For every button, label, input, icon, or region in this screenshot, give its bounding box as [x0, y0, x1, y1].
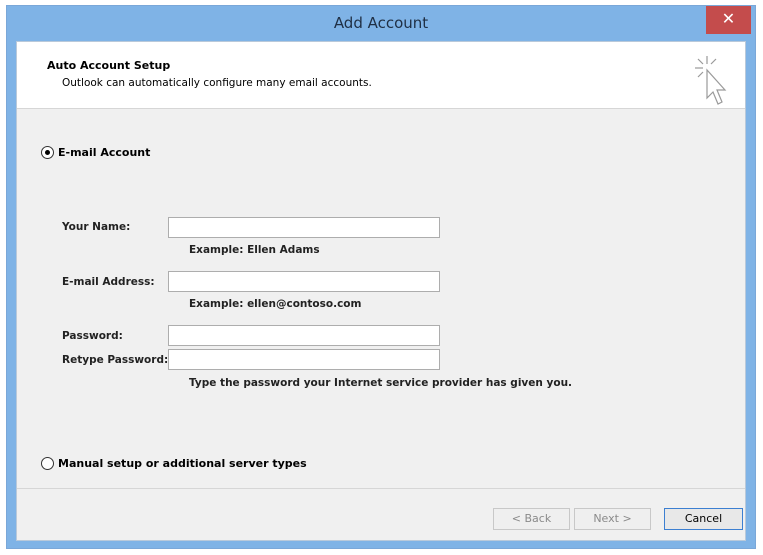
next-button[interactable]: Next >: [574, 508, 651, 530]
email-address-input[interactable]: [168, 271, 440, 292]
header-panel: Auto Account Setup Outlook can automatic…: [17, 42, 745, 109]
email-address-label: E-mail Address:: [62, 276, 155, 288]
your-name-input[interactable]: [168, 217, 440, 238]
password-input[interactable]: [168, 325, 440, 346]
your-name-label: Your Name:: [62, 221, 131, 233]
retype-password-label: Retype Password:: [62, 354, 169, 366]
email-account-radio[interactable]: [41, 146, 54, 159]
retype-password-input[interactable]: [168, 349, 440, 370]
header-description: Outlook can automatically configure many…: [62, 77, 372, 89]
password-label: Password:: [62, 330, 123, 342]
password-hint: Type the password your Internet service …: [189, 377, 573, 389]
close-button[interactable]: ✕: [706, 6, 751, 34]
footer-divider: [17, 488, 745, 489]
manual-setup-radio[interactable]: [41, 457, 54, 470]
title-bar[interactable]: Add Account ✕: [7, 6, 755, 41]
manual-setup-label[interactable]: Manual setup or additional server types: [58, 457, 307, 470]
header-title: Auto Account Setup: [47, 59, 171, 72]
dialog-title: Add Account: [333, 14, 429, 32]
back-button[interactable]: < Back: [493, 508, 570, 530]
cursor-sparkle-icon: [695, 56, 727, 105]
email-account-label[interactable]: E-mail Account: [58, 146, 150, 159]
close-icon: ✕: [721, 9, 736, 28]
your-name-example: Example: Ellen Adams: [189, 244, 320, 256]
add-account-dialog: Add Account ✕ Auto Account Setup Outlook…: [6, 5, 756, 549]
cancel-button[interactable]: Cancel: [664, 508, 743, 530]
email-address-example: Example: ellen@contoso.com: [189, 298, 362, 310]
dialog-body: Auto Account Setup Outlook can automatic…: [16, 41, 746, 541]
